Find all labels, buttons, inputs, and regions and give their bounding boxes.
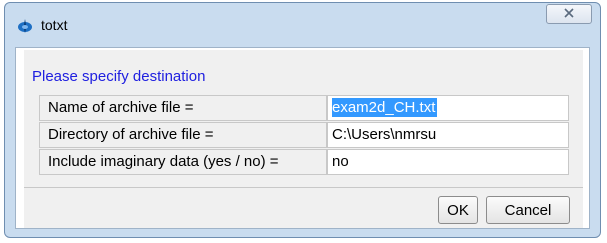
- topspin-app-icon: [17, 18, 33, 34]
- directory-input[interactable]: C:\Users\nmrsu: [327, 122, 569, 148]
- imaginary-data-label: Include imaginary data (yes / no) =: [39, 149, 327, 175]
- dialog-window: totxt Please specify destination Name of…: [4, 2, 601, 238]
- imaginary-data-input[interactable]: no: [327, 149, 569, 175]
- archive-name-value: exam2d_CH.txt: [332, 98, 438, 117]
- archive-name-label: Name of archive file =: [39, 95, 327, 121]
- button-bar: OK Cancel: [24, 188, 583, 228]
- form-row-archive-name: Name of archive file = exam2d_CH.txt: [39, 95, 569, 121]
- dialog-heading: Please specify destination: [32, 68, 206, 85]
- archive-name-input[interactable]: exam2d_CH.txt: [327, 95, 569, 121]
- close-button[interactable]: [546, 4, 592, 24]
- close-icon: [564, 5, 574, 23]
- form-row-imaginary: Include imaginary data (yes / no) = no: [39, 149, 569, 175]
- cancel-button[interactable]: Cancel: [486, 196, 570, 224]
- directory-label: Directory of archive file =: [39, 122, 327, 148]
- form-panel: Please specify destination Name of archi…: [24, 50, 583, 188]
- form-row-directory: Directory of archive file = C:\Users\nmr…: [39, 122, 569, 148]
- dialog-content: Please specify destination Name of archi…: [15, 47, 590, 229]
- title-bar[interactable]: totxt: [5, 3, 600, 45]
- window-title: totxt: [41, 17, 68, 33]
- ok-button[interactable]: OK: [438, 196, 478, 224]
